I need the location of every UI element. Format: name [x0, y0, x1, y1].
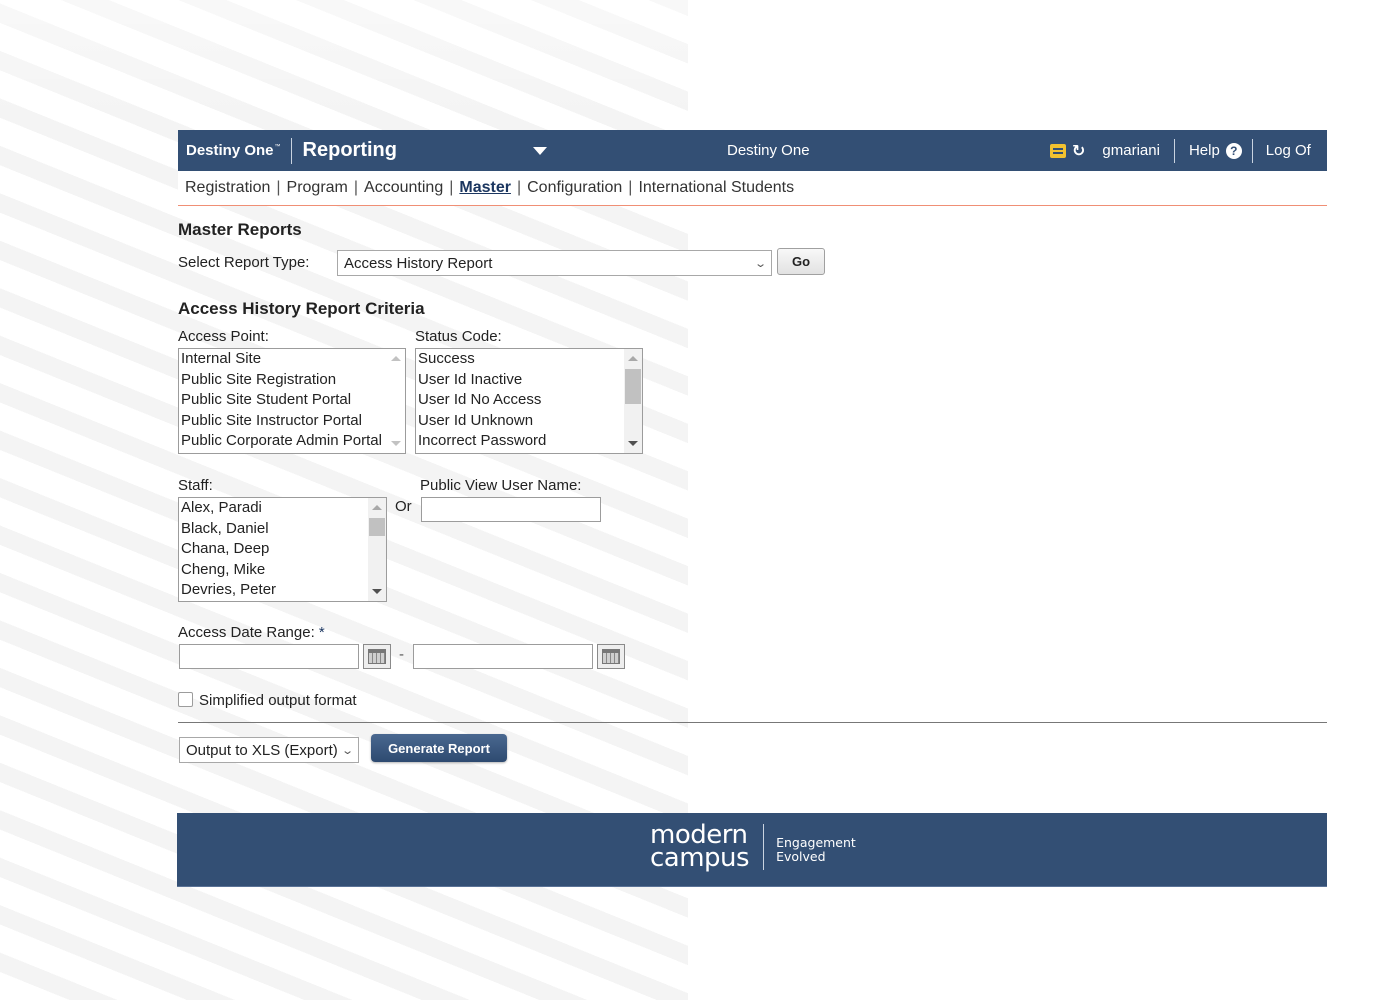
logo-divider — [763, 824, 765, 870]
list-option[interactable]: Black, Daniel — [179, 519, 386, 540]
criteria-title: Access History Report Criteria — [178, 299, 425, 318]
scroll-up-icon[interactable] — [628, 356, 638, 361]
list-option[interactable]: Alex, Paradi — [179, 498, 386, 519]
output-format-select[interactable]: Output to XLS (Export) ⌄ — [179, 737, 359, 763]
list-option[interactable]: Devries, Peter — [179, 580, 386, 601]
public-user-input[interactable] — [421, 497, 601, 522]
scroll-down-icon[interactable] — [372, 589, 382, 594]
calendar-from-button[interactable] — [363, 644, 391, 669]
staff-listbox[interactable]: Alex, Paradi Black, Daniel Chana, Deep C… — [178, 497, 387, 602]
scroll-down-icon[interactable] — [391, 441, 401, 446]
list-option[interactable]: Cheng, Mike — [179, 560, 386, 581]
date-to-input[interactable] — [413, 644, 593, 669]
scrollbar[interactable] — [368, 498, 386, 601]
report-type-value: Access History Report — [344, 254, 493, 272]
logo-wordmark: modern campus — [650, 822, 750, 873]
list-option[interactable]: Public Site Instructor Portal — [179, 411, 405, 432]
modern-campus-logo: modern campus Engagement Evolved — [650, 822, 856, 873]
report-type-select[interactable]: Access History Report ⌄ — [337, 250, 772, 276]
access-point-label: Access Point: — [178, 328, 269, 345]
report-form: Master Reports Select Report Type: Acces… — [178, 130, 1327, 814]
page-title: Master Reports — [178, 220, 302, 239]
output-format-value: Output to XLS (Export) — [186, 741, 338, 759]
staff-label: Staff: — [178, 477, 213, 494]
go-button[interactable]: Go — [777, 248, 825, 275]
date-range-label: Access Date Range: * — [178, 624, 325, 641]
scroll-down-icon[interactable] — [628, 441, 638, 446]
list-option[interactable]: Public Site Registration — [179, 370, 405, 391]
public-user-label: Public View User Name: — [420, 477, 582, 494]
generate-report-button[interactable]: Generate Report — [371, 734, 507, 762]
app-window: Destiny One ™ Reporting Destiny One ↺ gma… — [178, 130, 1327, 763]
calendar-icon — [602, 649, 620, 664]
list-option[interactable]: User Id No Access — [416, 390, 642, 411]
tagline-line-2: Evolved — [776, 849, 826, 864]
required-marker: * — [318, 624, 325, 641]
divider — [178, 722, 1327, 723]
or-label: Or — [395, 498, 412, 515]
list-option[interactable]: Success — [416, 349, 642, 370]
background-fade — [0, 0, 688, 120]
report-type-label: Select Report Type: — [178, 254, 310, 271]
list-option[interactable]: Chana, Deep — [179, 539, 386, 560]
calendar-to-button[interactable] — [597, 644, 625, 669]
list-option[interactable]: Public Corporate Admin Portal — [179, 431, 405, 452]
list-option[interactable]: Public Site Student Portal — [179, 390, 405, 411]
status-code-label: Status Code: — [415, 328, 502, 345]
scroll-thumb[interactable] — [369, 518, 385, 536]
scrollbar[interactable] — [387, 349, 405, 453]
scroll-up-icon[interactable] — [372, 505, 382, 510]
date-separator: - — [399, 646, 404, 663]
list-option[interactable]: Incorrect Password — [416, 431, 642, 452]
date-from-input[interactable] — [179, 644, 359, 669]
date-range-label-text: Access Date Range: — [178, 624, 315, 641]
list-option[interactable]: User Id Inactive — [416, 370, 642, 391]
footer: modern campus Engagement Evolved — [177, 813, 1327, 887]
logo-line-2: campus — [650, 843, 750, 873]
list-option[interactable]: Internal Site — [179, 349, 405, 370]
simplified-label[interactable]: Simplified output format — [199, 692, 357, 709]
simplified-checkbox[interactable] — [178, 692, 193, 707]
tagline-line-1: Engagement — [776, 835, 856, 850]
scroll-up-icon[interactable] — [391, 356, 401, 361]
chevron-down-icon: ⌄ — [753, 257, 767, 270]
chevron-down-icon: ⌄ — [340, 744, 354, 757]
list-option[interactable]: User Id Unknown — [416, 411, 642, 432]
logo-tagline: Engagement Evolved — [776, 836, 856, 864]
status-code-listbox[interactable]: Success User Id Inactive User Id No Acce… — [415, 348, 643, 454]
scroll-thumb[interactable] — [625, 369, 641, 404]
calendar-icon — [368, 649, 386, 664]
scrollbar[interactable] — [624, 349, 642, 453]
access-point-listbox[interactable]: Internal Site Public Site Registration P… — [178, 348, 406, 454]
